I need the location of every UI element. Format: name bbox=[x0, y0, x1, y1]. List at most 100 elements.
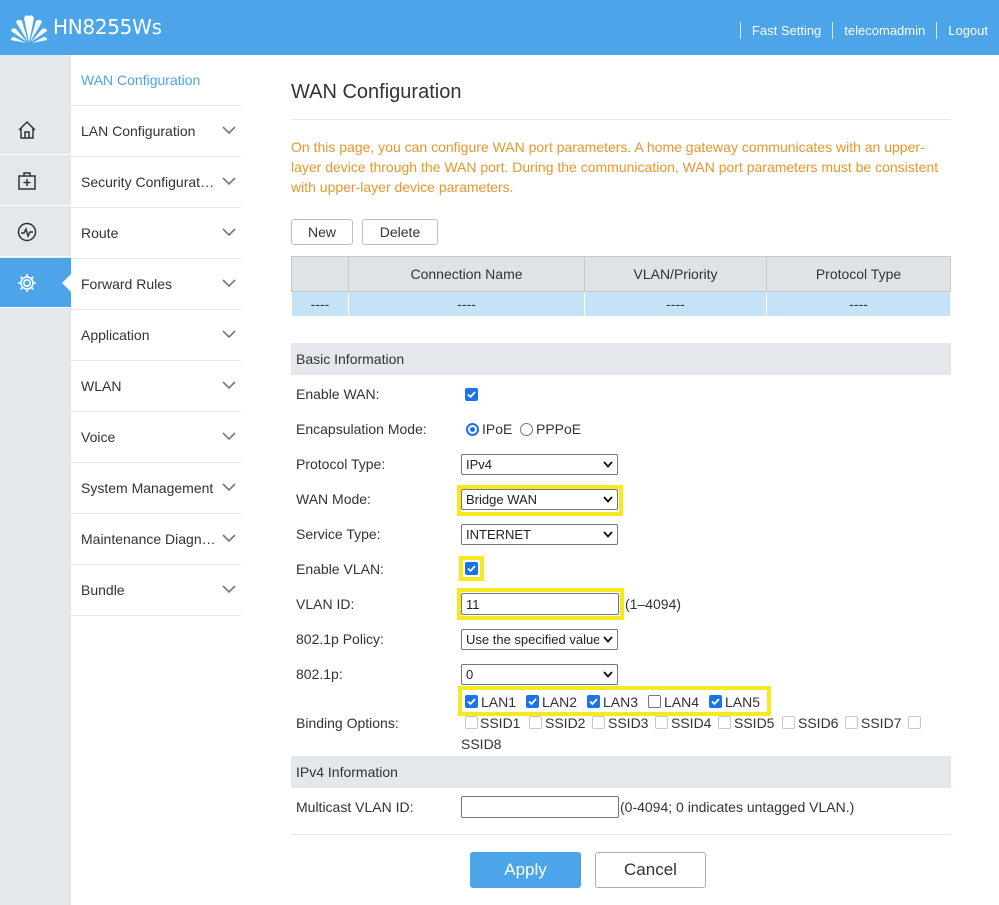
lan4-checkbox[interactable] bbox=[648, 695, 661, 708]
dot1p-policy-select[interactable]: Use the specified value bbox=[461, 629, 618, 650]
ssid5-checkbox[interactable] bbox=[718, 716, 731, 729]
basic-information-header: Basic Information bbox=[291, 343, 951, 375]
input-value: 11 bbox=[466, 596, 480, 612]
nav-item-label: Application bbox=[81, 327, 150, 343]
table-row[interactable]: ---- ---- ---- ---- bbox=[291, 291, 951, 317]
vlan-id-label: VLAN ID: bbox=[296, 596, 355, 612]
enable-wan-label: Enable WAN: bbox=[296, 386, 380, 402]
enable-vlan-checkbox[interactable] bbox=[465, 562, 478, 575]
form-divider bbox=[291, 834, 951, 835]
cancel-button[interactable]: Cancel bbox=[595, 852, 706, 888]
lan5-checkbox[interactable] bbox=[709, 695, 722, 708]
protocol-type-label: Protocol Type: bbox=[296, 456, 386, 472]
gear-icon bbox=[18, 273, 36, 292]
service-type-select[interactable]: INTERNET bbox=[461, 524, 618, 545]
nav-item-voice[interactable]: Voice bbox=[71, 412, 241, 463]
chevron-down-icon bbox=[222, 483, 236, 492]
nav-item-forward-rules[interactable]: Forward Rules bbox=[71, 259, 241, 310]
enable-wan-checkbox[interactable] bbox=[465, 388, 478, 401]
column-header-protocol-type: Protocol Type bbox=[766, 256, 951, 292]
nav-item-security-configuration[interactable]: Security Configuration bbox=[71, 157, 241, 208]
ssid8-checkbox[interactable] bbox=[908, 716, 921, 729]
nav-item-wlan[interactable]: WLAN bbox=[71, 361, 241, 412]
title-divider bbox=[291, 119, 951, 120]
service-type-label: Service Type: bbox=[296, 526, 381, 542]
nav-item-maintenance-diagnosis[interactable]: Maintenance Diagnosis bbox=[71, 514, 241, 565]
lan2-checkbox[interactable] bbox=[526, 695, 539, 708]
nav-item-label: LAN Configuration bbox=[81, 123, 196, 139]
lan3-checkbox[interactable] bbox=[587, 695, 600, 708]
nav-item-bundle[interactable]: Bundle bbox=[71, 565, 241, 616]
select-value: Bridge WAN bbox=[466, 492, 538, 507]
ssid4-checkbox[interactable] bbox=[655, 716, 668, 729]
select-value: Use the specified value bbox=[466, 632, 599, 647]
check-icon bbox=[467, 565, 476, 573]
lan5-label: LAN5 bbox=[725, 694, 761, 710]
nav-item-label: WAN Configuration bbox=[81, 72, 201, 88]
rail-advanced[interactable] bbox=[0, 258, 71, 308]
rail-home[interactable] bbox=[0, 105, 71, 155]
rail-status[interactable] bbox=[0, 207, 71, 257]
ssid3-label: SSID3 bbox=[608, 715, 649, 731]
apply-button[interactable]: Apply bbox=[470, 852, 581, 888]
brand-logo-icon bbox=[11, 15, 47, 43]
nav-item-lan-configuration[interactable]: LAN Configuration bbox=[71, 106, 241, 157]
ssid6-label: SSID6 bbox=[798, 715, 839, 731]
delete-button[interactable]: Delete bbox=[362, 219, 438, 245]
protocol-type-select[interactable]: IPv4 bbox=[461, 454, 618, 475]
ssid1-checkbox[interactable] bbox=[465, 716, 478, 729]
select-value: IPv4 bbox=[466, 457, 493, 472]
dot1p-policy-label: 802.1p Policy: bbox=[296, 631, 384, 647]
vlan-id-input[interactable]: 11 bbox=[461, 593, 619, 615]
new-button[interactable]: New bbox=[291, 219, 353, 245]
check-icon bbox=[467, 698, 476, 706]
nav-item-system-management[interactable]: System Management bbox=[71, 463, 241, 514]
ssid6-checkbox[interactable] bbox=[782, 716, 795, 729]
ssid3-checkbox[interactable] bbox=[592, 716, 605, 729]
nav-item-label: System Management bbox=[81, 480, 214, 496]
ipoe-label: IPoE bbox=[482, 421, 513, 437]
fast-setting-link[interactable]: Fast Setting bbox=[741, 23, 832, 38]
table-cell: ---- bbox=[584, 291, 767, 317]
user-link[interactable]: telecomadmin bbox=[833, 23, 936, 38]
nav-item-label: Voice bbox=[81, 429, 116, 445]
nav-item-label: Bundle bbox=[81, 582, 125, 598]
icon-rail bbox=[0, 55, 71, 905]
first-aid-icon bbox=[18, 171, 36, 190]
select-value: 0 bbox=[466, 667, 474, 682]
nav-item-label: Forward Rules bbox=[81, 276, 173, 292]
ssid7-checkbox[interactable] bbox=[845, 716, 858, 729]
column-header-connection-name: Connection Name bbox=[348, 256, 585, 292]
chevron-down-icon bbox=[222, 279, 236, 288]
wan-mode-select[interactable]: Bridge WAN bbox=[461, 489, 618, 510]
brand-name: HN8255Ws bbox=[53, 15, 162, 39]
rail-diagnosis[interactable] bbox=[0, 156, 71, 206]
logout-link[interactable]: Logout bbox=[937, 23, 999, 38]
check-icon bbox=[589, 698, 598, 706]
binding-options-label: Binding Options: bbox=[296, 715, 399, 731]
dot1p-select[interactable]: 0 bbox=[461, 664, 618, 685]
lan1-checkbox[interactable] bbox=[465, 695, 478, 708]
nav-item-label: Security Configuration bbox=[81, 174, 216, 190]
chevron-down-icon bbox=[222, 126, 236, 135]
nav-item-wan-configuration[interactable]: WAN Configuration bbox=[71, 55, 241, 106]
page-description: On this page, you can configure WAN port… bbox=[291, 139, 939, 195]
nav-item-label: Maintenance Diagnosis bbox=[81, 531, 216, 547]
chevron-down-icon bbox=[222, 330, 236, 339]
ssid8-label: SSID8 bbox=[461, 736, 502, 752]
ipv4-information-header: IPv4 Information bbox=[291, 756, 951, 788]
nav-item-application[interactable]: Application bbox=[71, 310, 241, 361]
activity-icon bbox=[17, 222, 37, 241]
encapsulation-mode-label: Encapsulation Mode: bbox=[296, 421, 427, 437]
table-cell: ---- bbox=[348, 291, 585, 317]
chevron-down-icon bbox=[222, 585, 236, 594]
pppoe-radio[interactable] bbox=[520, 423, 533, 436]
lan4-label: LAN4 bbox=[664, 694, 700, 710]
ssid4-label: SSID4 bbox=[671, 715, 712, 731]
ipoe-radio[interactable] bbox=[466, 423, 479, 436]
multicast-vlan-input[interactable] bbox=[461, 796, 619, 818]
column-header-select bbox=[291, 256, 349, 292]
nav-item-route[interactable]: Route bbox=[71, 208, 241, 259]
ssid2-checkbox[interactable] bbox=[529, 716, 542, 729]
chevron-down-icon bbox=[603, 496, 613, 503]
